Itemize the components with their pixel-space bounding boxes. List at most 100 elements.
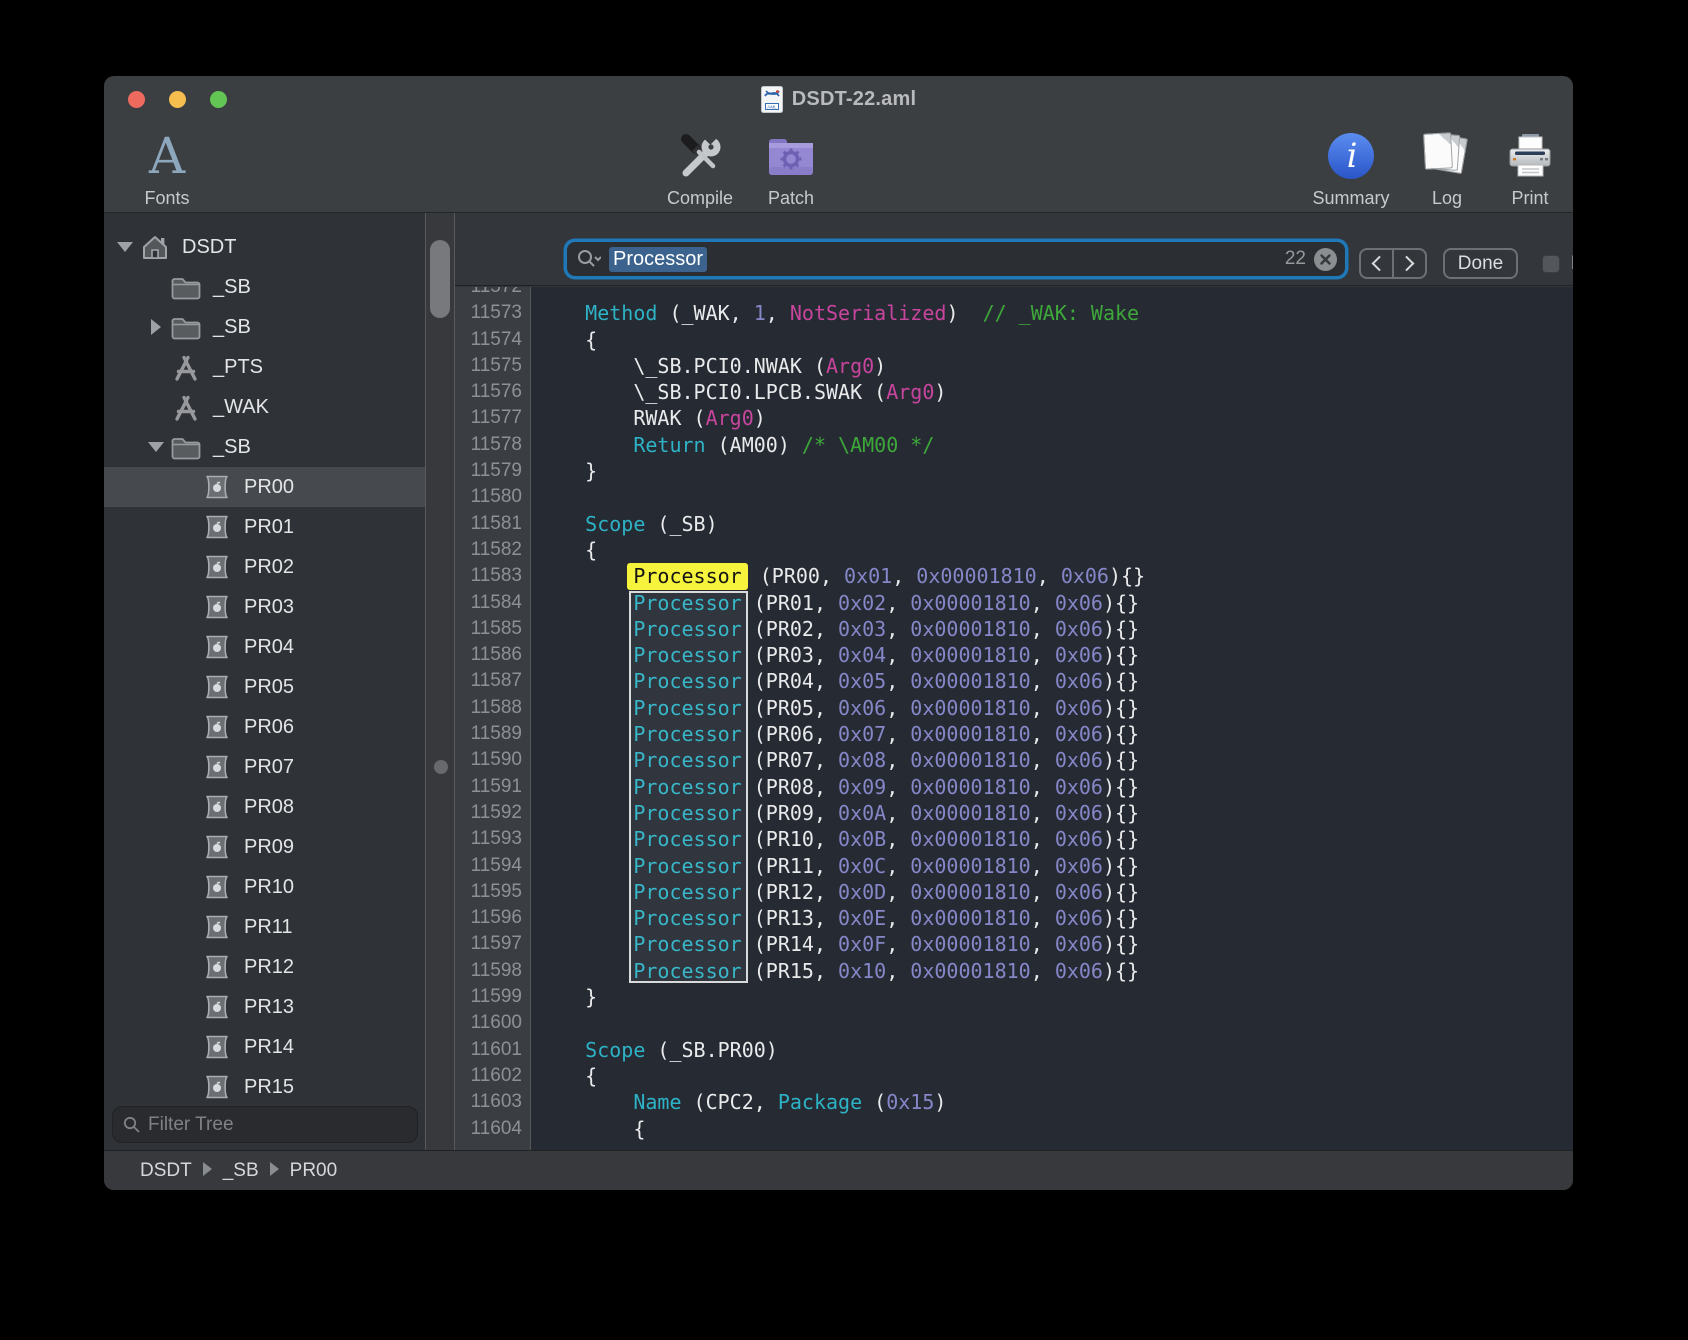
sidebar-item-sb[interactable]: _SB: [104, 307, 425, 347]
find-next-button[interactable]: [1392, 250, 1425, 277]
code-segment: 0x06: [838, 696, 886, 720]
processor-icon: [202, 1034, 232, 1060]
sidebar-item-sb[interactable]: _SB: [104, 427, 425, 467]
find-previous-button[interactable]: [1361, 250, 1392, 277]
processor-icon: [202, 1074, 232, 1100]
code-segment: ,: [1031, 932, 1055, 956]
patch-button[interactable]: Patch: [731, 126, 851, 209]
sidebar-item-pr15[interactable]: PR15: [104, 1067, 425, 1107]
line-number: 11576: [455, 379, 522, 405]
code-segment: ,: [886, 669, 910, 693]
line-number: 11591: [455, 774, 522, 800]
sidebar-item-pr12[interactable]: PR12: [104, 947, 425, 987]
line-number: 11579: [455, 458, 522, 484]
code-segment: {: [537, 1117, 645, 1141]
code-segment: 0x06: [1055, 722, 1103, 746]
code-segment: 0x0F: [838, 932, 886, 956]
code-segment: RWAK (: [537, 406, 706, 430]
processor-icon: [202, 474, 232, 500]
sidebar-item-label: PR13: [244, 996, 294, 1019]
disclosure-triangle-icon[interactable]: [143, 442, 169, 452]
disclosure-triangle-icon[interactable]: [112, 242, 138, 252]
sidebar-item-pr11[interactable]: PR11: [104, 907, 425, 947]
replace-checkbox[interactable]: [1542, 255, 1560, 273]
sidebar-item-pr00[interactable]: PR00: [104, 467, 425, 507]
sidebar-item-pr05[interactable]: PR05: [104, 667, 425, 707]
code-segment: [537, 1038, 585, 1062]
code-segment: [537, 827, 633, 851]
code-segment: 0x0C: [838, 854, 886, 878]
done-button[interactable]: Done: [1443, 248, 1518, 279]
sidebar-item-pr10[interactable]: PR10: [104, 867, 425, 907]
breadcrumb-item[interactable]: PR00: [290, 1160, 338, 1181]
code-segment: ,: [1031, 722, 1055, 746]
sidebar-item-pr06[interactable]: PR06: [104, 707, 425, 747]
sidebar-item-sb[interactable]: _SB: [104, 267, 425, 307]
sidebar-item-pr04[interactable]: PR04: [104, 627, 425, 667]
code-segment: Processor: [633, 669, 741, 693]
breadcrumb-item[interactable]: _SB: [223, 1160, 259, 1181]
sidebar-item-pr08[interactable]: PR08: [104, 787, 425, 827]
window-title-group: AML DSDT-22.aml: [104, 76, 1573, 122]
disclosure-triangle-icon[interactable]: [143, 319, 169, 335]
search-menu-icon[interactable]: [577, 249, 601, 269]
code-segment: ): [946, 301, 982, 325]
code-line: Processor (PR04, 0x05, 0x00001810, 0x06)…: [537, 668, 1573, 694]
code-segment: ,: [886, 854, 910, 878]
filter-tree-field[interactable]: Filter Tree: [112, 1106, 418, 1143]
sidebar-item-label: PR00: [244, 476, 294, 499]
clear-search-button[interactable]: [1314, 248, 1337, 271]
sidebar-item-dsdt[interactable]: DSDT: [104, 227, 425, 267]
sidebar-item-pr03[interactable]: PR03: [104, 587, 425, 627]
processor-icon: [202, 554, 232, 580]
chevron-right-icon: [1399, 256, 1415, 272]
code-editor[interactable]: Method (_WAK, 1, NotSerialized) // _WAK:…: [531, 287, 1573, 1150]
sidebar-scrollbar-thumb[interactable]: [430, 240, 450, 318]
sidebar-item-label: _PTS: [213, 356, 263, 379]
code-segment: ){}: [1103, 959, 1139, 983]
code-segment: (AM00): [706, 433, 802, 457]
find-query-text: Processor: [609, 247, 707, 272]
code-line: Processor (PR07, 0x08, 0x00001810, 0x06)…: [537, 747, 1573, 773]
code-segment: (PR03,: [742, 643, 838, 667]
sidebar-item-pr01[interactable]: PR01: [104, 507, 425, 547]
editor-body: 1157211573115741157511576115771157811579…: [455, 287, 1573, 1150]
sidebar-item-pr14[interactable]: PR14: [104, 1027, 425, 1067]
line-number: 11587: [455, 668, 522, 694]
code-segment: 0x06: [1055, 696, 1103, 720]
code-segment: ){}: [1103, 696, 1139, 720]
sidebar-item-label: PR02: [244, 556, 294, 579]
title-bar: AML DSDT-22.aml: [104, 76, 1573, 122]
split-drag-handle[interactable]: [434, 760, 448, 774]
code-segment: /* \AM00 */: [802, 433, 934, 457]
find-prev-next-control: [1359, 248, 1427, 279]
code-segment: [537, 564, 633, 588]
breadcrumb-item[interactable]: DSDT: [140, 1160, 192, 1181]
sidebar-item-pr09[interactable]: PR09: [104, 827, 425, 867]
sidebar-item-pts[interactable]: _PTS: [104, 347, 425, 387]
code-segment: 0x05: [838, 669, 886, 693]
fonts-button[interactable]: A Fonts: [107, 126, 227, 209]
code-segment: (_SB): [645, 512, 717, 536]
line-number: 11594: [455, 853, 522, 879]
svg-text:AML: AML: [767, 104, 777, 109]
code-segment: ,: [886, 959, 910, 983]
code-line: Processor (PR14, 0x0F, 0x00001810, 0x06)…: [537, 931, 1573, 957]
print-button[interactable]: Print: [1470, 126, 1573, 209]
line-number: 11599: [455, 984, 522, 1010]
find-input[interactable]: Processor 22: [567, 242, 1345, 276]
sidebar-item-wak[interactable]: _WAK: [104, 387, 425, 427]
code-segment: [537, 591, 633, 615]
code-line: [537, 287, 1573, 300]
code-segment: (PR05,: [742, 696, 838, 720]
code-line: RWAK (Arg0): [537, 405, 1573, 431]
sidebar-item-pr07[interactable]: PR07: [104, 747, 425, 787]
sidebar-item-pr02[interactable]: PR02: [104, 547, 425, 587]
code-line: Processor (PR15, 0x10, 0x00001810, 0x06)…: [537, 958, 1573, 984]
sidebar-item-pr13[interactable]: PR13: [104, 987, 425, 1027]
line-number: 11590: [455, 747, 522, 773]
code-segment: 0x06: [1055, 906, 1103, 930]
line-number: 11602: [455, 1063, 522, 1089]
patch-icon: [766, 134, 816, 178]
code-segment: ){}: [1103, 591, 1139, 615]
